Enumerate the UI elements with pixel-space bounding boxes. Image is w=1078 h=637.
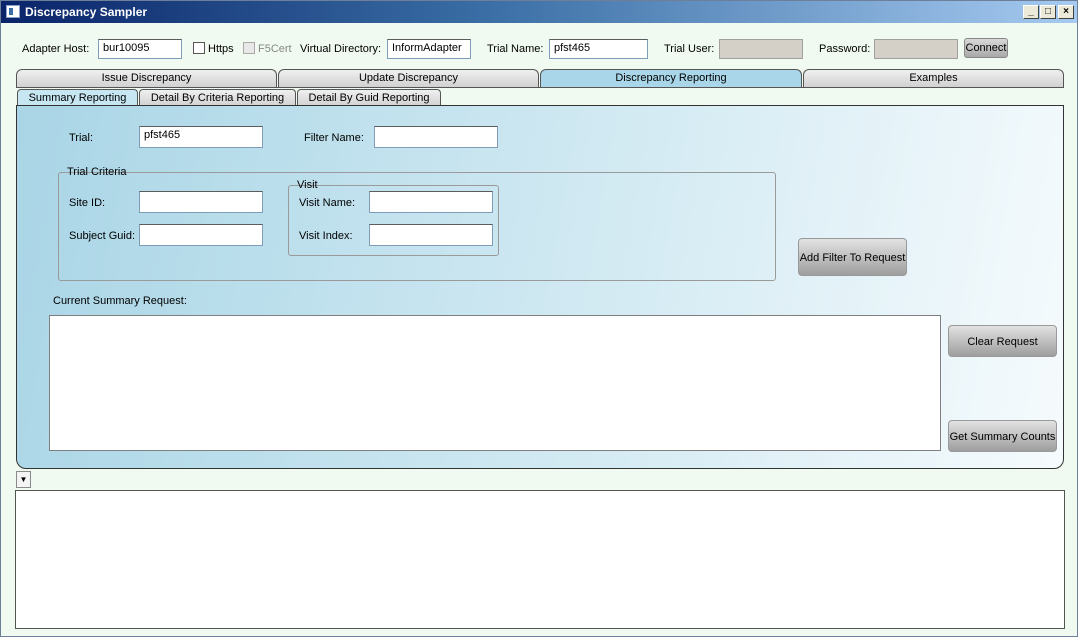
site-id-input[interactable] <box>139 191 263 213</box>
window-title: Discrepancy Sampler <box>25 5 148 19</box>
tab-examples[interactable]: Examples <box>803 69 1064 88</box>
visit-name-input[interactable] <box>369 191 493 213</box>
virtual-directory-input[interactable]: InformAdapter <box>387 39 471 59</box>
password-label: Password: <box>819 43 871 55</box>
clear-request-button[interactable]: Clear Request <box>948 325 1057 357</box>
virtual-directory-label: Virtual Directory: <box>300 43 382 55</box>
current-request-textarea[interactable] <box>49 315 941 451</box>
filter-name-label: Filter Name: <box>304 132 364 144</box>
password-input[interactable] <box>874 39 958 59</box>
filter-name-input[interactable] <box>374 126 498 148</box>
trial-name-input[interactable]: pfst465 <box>549 39 648 59</box>
close-button[interactable]: × <box>1058 5 1074 19</box>
connect-button[interactable]: Connect <box>964 38 1008 58</box>
f5cert-checkbox[interactable] <box>243 42 255 54</box>
tab-issue-discrepancy[interactable]: Issue Discrepancy <box>16 69 277 88</box>
tab-update-discrepancy[interactable]: Update Discrepancy <box>278 69 539 88</box>
tab-discrepancy-reporting[interactable]: Discrepancy Reporting <box>540 69 802 88</box>
visit-index-label: Visit Index: <box>299 230 353 242</box>
subject-guid-label: Subject Guid: <box>69 230 136 242</box>
get-summary-counts-button[interactable]: Get Summary Counts <box>948 420 1057 452</box>
title-bar[interactable]: Discrepancy Sampler _ □ × <box>1 1 1077 23</box>
visit-index-input[interactable] <box>369 224 493 246</box>
maximize-button[interactable]: □ <box>1040 5 1056 19</box>
site-id-label: Site ID: <box>69 197 106 209</box>
adapter-host-input[interactable]: bur10095 <box>98 39 182 59</box>
trial-user-input[interactable] <box>719 39 803 59</box>
trial-label: Trial: <box>69 132 94 144</box>
app-icon <box>6 5 20 18</box>
expand-icon[interactable]: ▼ <box>16 471 31 488</box>
trial-name-label: Trial Name: <box>487 43 544 55</box>
https-checkbox[interactable] <box>193 42 205 54</box>
https-label: Https <box>208 43 234 55</box>
current-request-label: Current Summary Request: <box>53 295 187 307</box>
visit-name-label: Visit Name: <box>299 197 356 209</box>
adapter-host-label: Adapter Host: <box>22 43 90 55</box>
app-window: Discrepancy Sampler _ □ × Adapter Host: … <box>0 0 1078 637</box>
f5cert-label: F5Cert <box>258 43 292 55</box>
trial-user-label: Trial User: <box>664 43 715 55</box>
minimize-button[interactable]: _ <box>1023 5 1039 19</box>
subject-guid-input[interactable] <box>139 224 263 246</box>
output-log[interactable] <box>15 490 1065 629</box>
trial-input[interactable]: pfst465 <box>139 126 263 148</box>
visit-title: Visit <box>297 179 318 191</box>
add-filter-button[interactable]: Add Filter To Request <box>798 238 907 276</box>
trial-criteria-title: Trial Criteria <box>67 166 127 178</box>
tab-strip-divider <box>16 87 1064 88</box>
